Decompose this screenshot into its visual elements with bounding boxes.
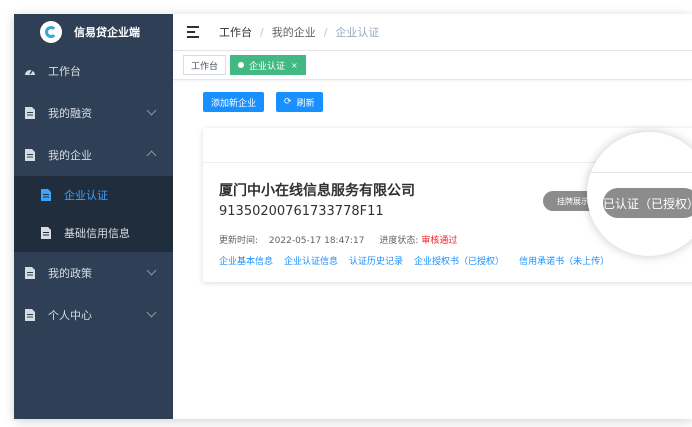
breadcrumb-item[interactable]: 工作台 <box>219 24 252 40</box>
update-time-label: 更新时间: <box>219 236 259 246</box>
link-basic-info[interactable]: 企业基本信息 <box>219 254 273 267</box>
add-enterprise-button[interactable]: 添加新企业 <box>203 92 265 112</box>
sidebar-item-label: 个人中心 <box>48 309 92 322</box>
progress-label: 进度状态: <box>379 236 419 246</box>
hamburger-icon[interactable] <box>187 26 201 38</box>
tab-dashboard[interactable]: 工作台 <box>183 55 227 75</box>
document-icon <box>24 149 36 161</box>
active-dot-icon <box>238 62 245 68</box>
company-name: 厦门中小在线信息服务有限公司 <box>219 183 415 199</box>
tab-enterprise-auth[interactable]: 企业认证 × <box>230 55 306 75</box>
brand-title: 信易贷企业端 <box>74 26 140 39</box>
close-icon[interactable]: × <box>291 61 298 70</box>
refresh-button[interactable]: ⟳ 刷新 <box>276 92 323 112</box>
logo-icon <box>40 21 62 43</box>
sidebar-item-label: 我的融资 <box>48 107 92 120</box>
link-authorization-letter[interactable]: 企业授权书（已授权） <box>414 254 504 267</box>
link-credit-commitment[interactable]: 信用承诺书（未上传） <box>519 254 609 267</box>
status-badge-certified: 已认证（已授权） <box>603 188 692 218</box>
link-auth-info[interactable]: 企业认证信息 <box>284 254 338 267</box>
sidebar-item-label: 我的企业 <box>48 149 92 162</box>
action-bar: 添加新企业 ⟳ 刷新 <box>203 92 335 112</box>
breadcrumb-current: 企业认证 <box>335 26 380 39</box>
tags-view: 工作台 企业认证 × <box>173 51 692 80</box>
sidebar-menu: 工作台 我的融资 我的企业 企业认证 基础信用信息 我的政策 个人中心 <box>14 50 173 336</box>
divider <box>587 172 692 173</box>
tab-label: 企业认证 <box>249 61 286 72</box>
progress-status: 审核通过 <box>421 236 458 246</box>
link-auth-history[interactable]: 认证历史记录 <box>349 254 403 267</box>
sidebar-item-dashboard[interactable]: 工作台 <box>14 50 173 92</box>
breadcrumb-separator: / <box>260 25 264 39</box>
document-icon <box>24 107 36 119</box>
breadcrumb-item[interactable]: 我的企业 <box>272 24 316 40</box>
tab-label: 工作台 <box>191 61 219 72</box>
sidebar: 信易贷企业端 工作台 我的融资 我的企业 企业认证 基础信用信息 我的政策 个人… <box>14 14 173 419</box>
top-navbar: 工作台 / 我的企业 / 企业认证 <box>173 14 692 51</box>
sidebar-item-personal[interactable]: 个人中心 <box>14 294 173 336</box>
document-icon <box>24 309 36 321</box>
sidebar-item-label: 我的政策 <box>48 267 92 280</box>
sidebar-item-financing[interactable]: 我的融资 <box>14 92 173 134</box>
sidebar-item-policy[interactable]: 我的政策 <box>14 252 173 294</box>
app-window: 信易贷企业端 工作台 我的融资 我的企业 企业认证 基础信用信息 我的政策 个人… <box>14 14 692 419</box>
button-label: 添加新企业 <box>211 98 257 109</box>
sidebar-item-enterprise-auth[interactable]: 企业认证 <box>14 176 173 214</box>
update-time-value: 2022-05-17 18:47:17 <box>268 236 365 246</box>
chevron-down-icon <box>146 105 157 116</box>
sidebar-item-label: 基础信用信息 <box>64 227 130 240</box>
chevron-down-icon <box>146 307 157 318</box>
document-icon <box>24 267 36 279</box>
breadcrumb-separator: / <box>323 25 328 39</box>
button-label: 刷新 <box>296 98 315 109</box>
chevron-down-icon <box>146 265 157 276</box>
dashboard-icon <box>24 65 36 77</box>
refresh-icon: ⟳ <box>284 97 292 107</box>
sidebar-item-label: 工作台 <box>48 65 81 78</box>
chevron-up-icon <box>146 150 157 161</box>
enterprise-submenu: 企业认证 基础信用信息 <box>14 176 173 252</box>
main-area: 工作台 / 我的企业 / 企业认证 工作台 企业认证 × 添加新企业 ⟳ 刷新 <box>173 14 692 419</box>
sidebar-item-basic-credit[interactable]: 基础信用信息 <box>14 214 173 252</box>
sidebar-item-label: 企业认证 <box>64 189 108 202</box>
credit-code: 91350200761733778F11 <box>219 204 384 219</box>
document-icon <box>40 227 52 239</box>
card-links: 企业基本信息 企业认证信息 认证历史记录 企业授权书（已授权） 信用承诺书（未上… <box>219 254 620 267</box>
meta-row: 更新时间: 2022-05-17 18:47:17 进度状态: 审核通过 <box>219 233 457 246</box>
brand[interactable]: 信易贷企业端 <box>14 14 173 50</box>
document-icon <box>40 189 52 201</box>
sidebar-item-enterprise[interactable]: 我的企业 <box>14 134 173 176</box>
